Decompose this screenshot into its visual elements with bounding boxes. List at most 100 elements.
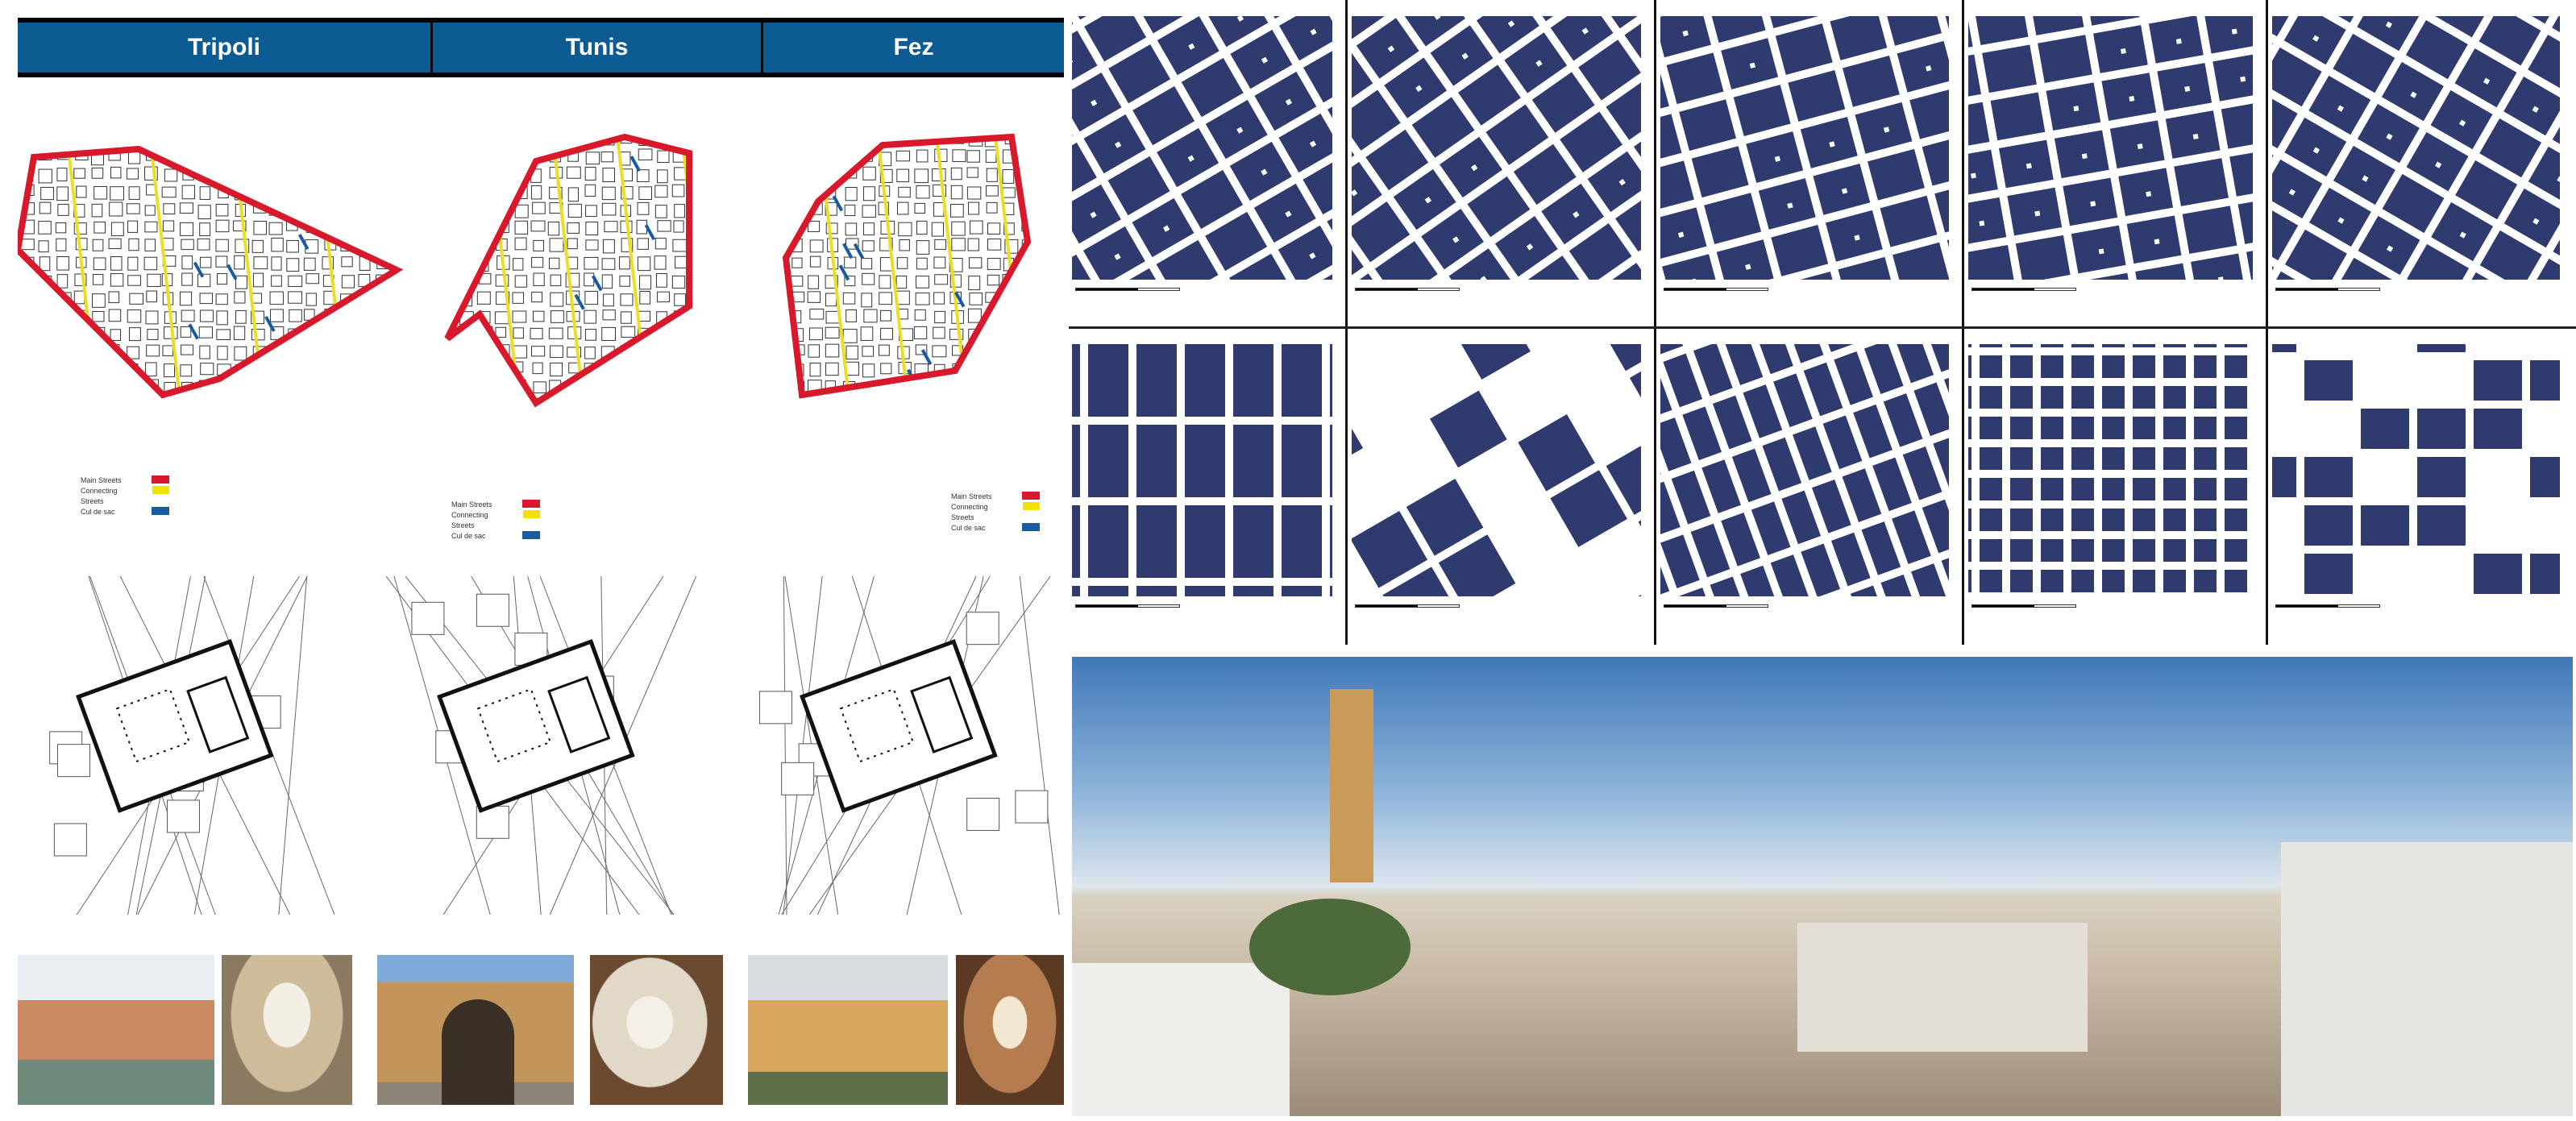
courtyard	[2146, 191, 2152, 197]
house-block	[514, 204, 529, 218]
house-block	[91, 203, 103, 218]
house-block	[374, 185, 388, 198]
house-block	[128, 238, 139, 251]
house-block	[671, 184, 685, 197]
house-block	[270, 309, 284, 322]
house-block	[339, 205, 353, 218]
house-block	[127, 309, 142, 323]
house-block	[745, 344, 758, 358]
building-footprint	[1691, 146, 1749, 198]
house-block	[933, 292, 945, 305]
main-street-ring	[18, 145, 404, 399]
scale-bar	[1664, 604, 1768, 608]
building-footprint	[1662, 254, 1719, 280]
building-footprint	[2182, 206, 2237, 255]
house-block	[656, 137, 669, 143]
house-block	[322, 400, 334, 410]
building-footprint	[1330, 425, 1332, 497]
cul-de-sac	[841, 243, 854, 259]
house-block	[374, 329, 388, 344]
house-block	[708, 311, 721, 322]
blocks	[1660, 16, 1949, 280]
house-block	[827, 137, 839, 144]
house-block	[460, 258, 472, 272]
building-footprint	[1968, 539, 1971, 562]
building-footprint	[1825, 210, 1883, 262]
house-block	[218, 149, 230, 160]
building-footprint	[1998, 139, 2054, 189]
house-block	[691, 238, 704, 250]
house-block	[952, 149, 966, 163]
house-block	[495, 326, 507, 338]
house-block	[729, 346, 740, 355]
house-block	[20, 276, 33, 288]
house-block	[38, 343, 49, 355]
building-footprint	[2133, 539, 2155, 562]
house-block	[359, 363, 372, 376]
cul-de-sac	[504, 164, 515, 181]
building-footprint	[2194, 447, 2217, 470]
house-block	[1002, 309, 1015, 322]
house-block	[691, 133, 703, 143]
house-block	[638, 399, 650, 403]
house-block	[986, 168, 998, 182]
house-block	[357, 326, 368, 339]
house-block	[708, 363, 718, 376]
house-block	[585, 205, 597, 218]
building-footprint	[1708, 16, 1766, 44]
house-block	[789, 168, 801, 183]
house-block	[637, 238, 649, 250]
building-footprint	[2225, 509, 2247, 531]
house-block	[110, 329, 122, 342]
house-block	[728, 364, 742, 374]
house-block	[1020, 255, 1028, 268]
house-block	[808, 399, 819, 410]
house-block	[216, 273, 228, 285]
house-block	[913, 326, 928, 339]
building-footprint	[1980, 344, 2002, 347]
house-block	[654, 382, 667, 395]
house-block	[198, 152, 210, 164]
house-block	[182, 149, 193, 162]
house-block	[21, 345, 35, 359]
house-block	[708, 239, 718, 251]
courtyard	[2192, 133, 2199, 139]
house-block	[708, 255, 721, 268]
plan-fez	[742, 576, 1064, 915]
building-footprint	[1838, 256, 1896, 280]
house-block	[880, 327, 893, 340]
building-footprint	[1743, 384, 1783, 438]
house-block	[393, 168, 397, 179]
figure-ground-tile	[2272, 16, 2560, 280]
building-footprint	[1282, 425, 1322, 497]
house-block	[985, 149, 997, 163]
building-footprint	[1894, 344, 1934, 384]
building-footprint	[1880, 195, 1938, 247]
house-block	[128, 327, 141, 342]
house-block	[1003, 329, 1016, 343]
house-block	[358, 168, 371, 181]
house-block	[1021, 291, 1028, 305]
building-footprint	[2246, 243, 2253, 280]
house-block	[494, 149, 509, 160]
house-block	[709, 400, 721, 411]
house-block	[862, 205, 876, 218]
house-block	[708, 291, 721, 301]
house-block	[322, 167, 335, 180]
house-block	[215, 219, 230, 233]
house-block	[987, 274, 1000, 286]
building-footprint	[1968, 16, 1973, 56]
building-footprint	[2225, 417, 2247, 439]
building-footprint	[1842, 468, 1882, 522]
house-block	[127, 220, 139, 233]
house-block	[728, 398, 738, 409]
building-footprint	[1614, 581, 1641, 596]
house-block	[459, 345, 472, 356]
house-block	[899, 382, 911, 394]
building-footprint	[2225, 386, 2247, 409]
house-block	[92, 399, 104, 409]
house-block	[478, 151, 490, 164]
house-block	[197, 273, 211, 288]
house-block	[879, 309, 891, 322]
house-block	[199, 345, 210, 359]
